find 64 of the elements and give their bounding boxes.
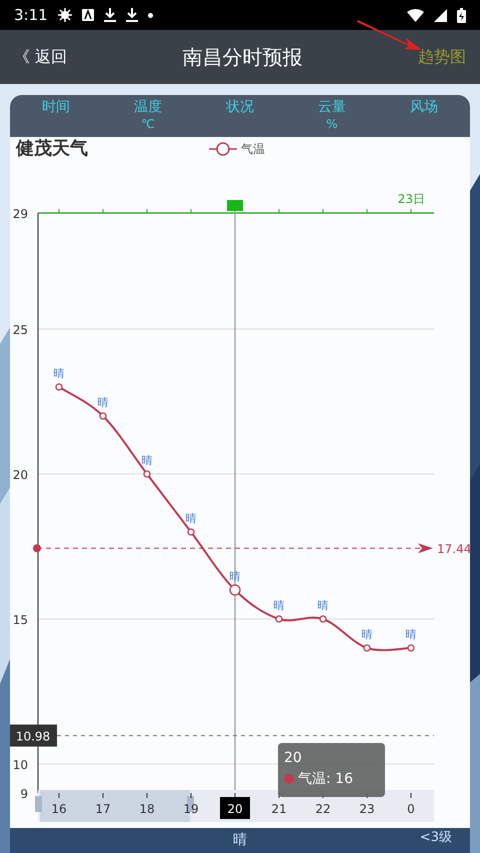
data-label: 晴 xyxy=(54,367,64,380)
y-tick-label: 25 xyxy=(12,323,28,337)
x-tick-label: 22 xyxy=(315,802,331,816)
tooltip-text: 气温: 16 xyxy=(298,770,353,789)
y-tick-label: 20 xyxy=(12,468,28,482)
data-label: 晴 xyxy=(274,599,284,612)
data-point[interactable] xyxy=(275,615,283,623)
data-point[interactable] xyxy=(143,470,151,478)
min-label: 10.98 xyxy=(16,730,50,744)
data-label: 晴 xyxy=(142,454,152,467)
data-point[interactable] xyxy=(363,644,371,652)
min-label-background xyxy=(10,724,57,747)
column-unit: % xyxy=(326,116,338,133)
column-header: 风场 xyxy=(410,99,438,116)
y-tick-label: 15 xyxy=(12,613,28,627)
data-label: 晴 xyxy=(186,512,196,525)
column-header: 状况 xyxy=(226,99,254,116)
data-point[interactable] xyxy=(99,412,107,420)
tooltip-title: 20 xyxy=(284,749,303,768)
data-point[interactable] xyxy=(319,615,327,623)
status-time: 3:11 xyxy=(14,4,48,26)
x-tick-label: 19 xyxy=(183,802,199,816)
x-tick-label: 23 xyxy=(359,802,375,816)
x-tick-label: 18 xyxy=(139,802,155,816)
data-label: 晴 xyxy=(230,570,240,583)
wind-text: <3级 xyxy=(420,829,452,847)
data-label: 晴 xyxy=(406,628,416,641)
y-tick-label: 10 xyxy=(12,758,28,772)
column-header: 时间 xyxy=(42,99,70,116)
column-unit: ℃ xyxy=(141,116,155,133)
page-title: 南昌分时预报 xyxy=(182,44,304,71)
download-icon xyxy=(104,8,116,22)
chart-title: 健茂天气 xyxy=(16,137,88,160)
data-point[interactable] xyxy=(229,584,241,596)
x-tick-label: 21 xyxy=(271,802,287,816)
data-label: 晴 xyxy=(98,396,108,409)
date-label: 23日 xyxy=(398,192,425,206)
x-label-highlight xyxy=(220,797,250,819)
arrow-head-icon xyxy=(418,543,433,554)
x-tick-label: 17 xyxy=(95,802,111,816)
data-point[interactable] xyxy=(55,383,63,391)
legend-label: 气温 xyxy=(241,140,265,158)
wifi-icon xyxy=(407,8,424,22)
data-label: 晴 xyxy=(318,599,328,612)
y-tick-label: 29 xyxy=(12,207,28,221)
column-header: 温度 xyxy=(134,99,162,116)
average-dot xyxy=(33,544,41,552)
download-icon xyxy=(126,8,138,22)
x-tick-label: 0 xyxy=(407,802,415,816)
condition-text: 晴 xyxy=(233,831,247,850)
data-point[interactable] xyxy=(187,528,195,536)
dot-icon xyxy=(148,12,153,18)
text-box-icon xyxy=(82,9,94,21)
legend-line-icon xyxy=(209,142,237,156)
data-label: 晴 xyxy=(362,628,372,641)
x-tick-label: 20 xyxy=(227,802,243,816)
y-tick-label: 9 xyxy=(20,787,28,801)
cursor-marker[interactable] xyxy=(227,200,243,211)
back-button[interactable]: 《 返回 xyxy=(14,45,68,69)
data-point[interactable] xyxy=(407,644,415,652)
column-header: 云量 xyxy=(318,99,346,116)
signal-icon xyxy=(434,8,447,22)
battery-icon xyxy=(457,8,466,22)
x-tick-label: 16 xyxy=(51,802,67,816)
